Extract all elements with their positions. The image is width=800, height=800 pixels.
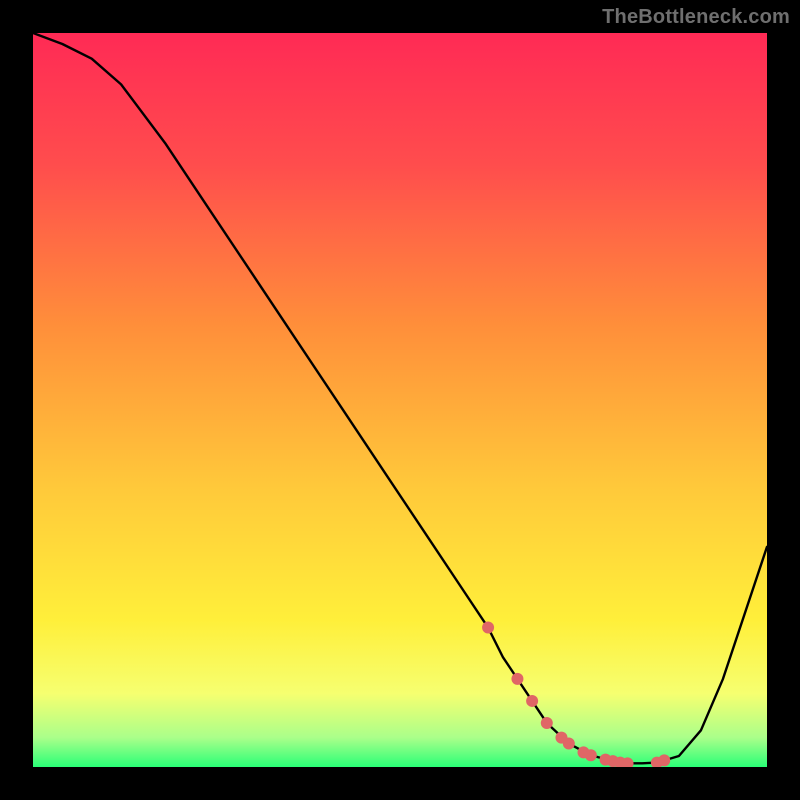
- marker-point: [585, 749, 597, 761]
- marker-point: [563, 738, 575, 750]
- attribution-text: TheBottleneck.com: [602, 6, 790, 29]
- chart-plot-area: [33, 33, 767, 767]
- marker-point: [526, 695, 538, 707]
- marker-point: [541, 717, 553, 729]
- gradient-background: [33, 33, 767, 767]
- marker-point: [511, 673, 523, 685]
- marker-point: [658, 754, 670, 766]
- marker-point: [482, 622, 494, 634]
